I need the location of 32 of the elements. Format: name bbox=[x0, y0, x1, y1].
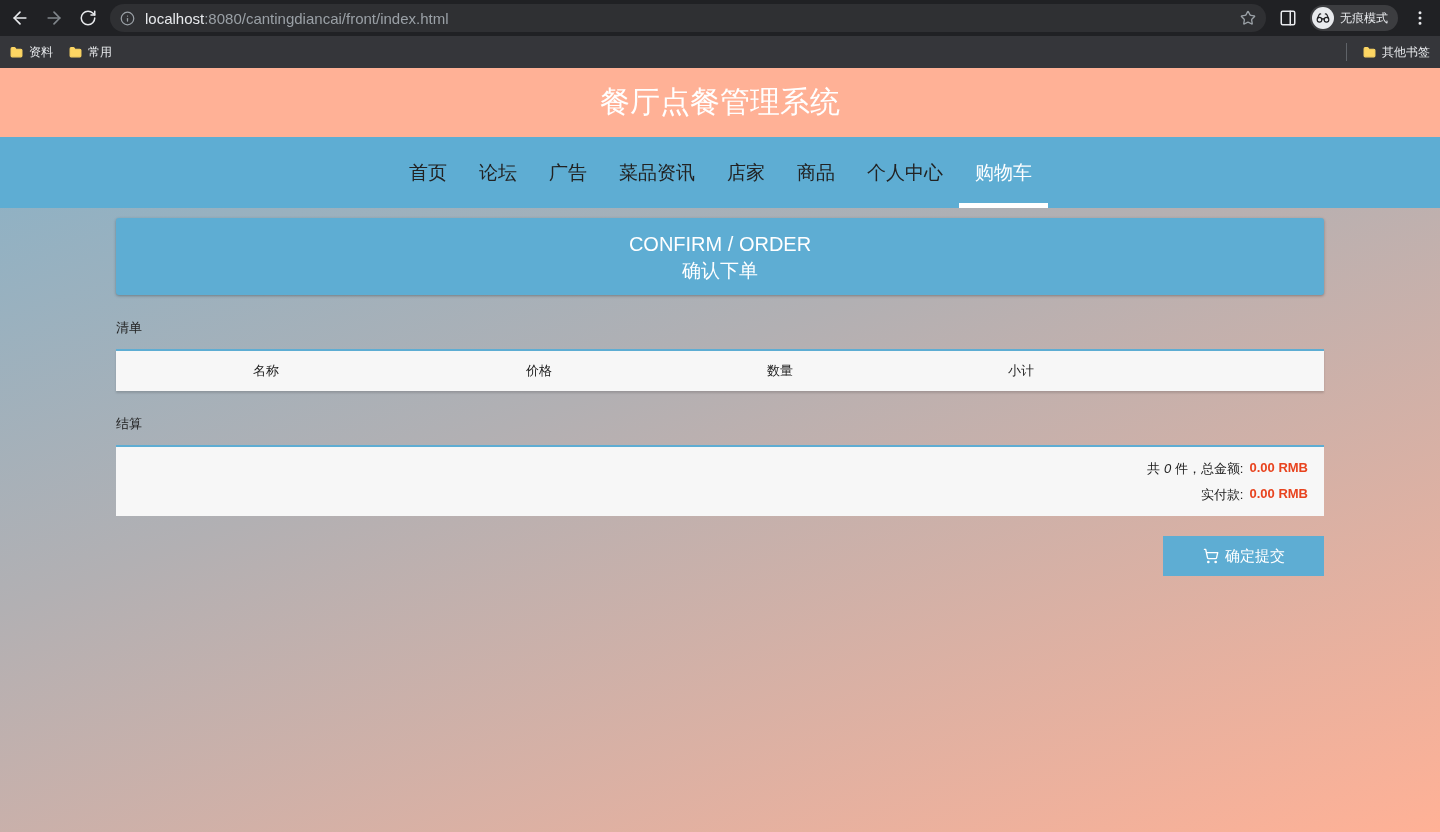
banner-subtitle: 确认下单 bbox=[682, 258, 758, 283]
column-header: 名称 bbox=[253, 362, 279, 380]
nav-tab[interactable]: 广告 bbox=[532, 137, 603, 208]
nav-tab[interactable]: 店家 bbox=[710, 137, 781, 208]
address-bar[interactable]: localhost:8080/cantingdiancai/front/index.html bbox=[110, 4, 1266, 32]
nav-tab[interactable]: 个人中心 bbox=[850, 137, 959, 208]
nav-tab[interactable]: 首页 bbox=[392, 137, 463, 208]
folder-icon bbox=[10, 45, 23, 59]
folder-icon bbox=[1363, 45, 1376, 59]
star-icon[interactable] bbox=[1240, 10, 1256, 26]
incognito-icon bbox=[1312, 7, 1334, 29]
paid-amount: 0.00 RMB bbox=[1249, 485, 1308, 503]
bookmark[interactable]: 资料 bbox=[10, 43, 53, 61]
paid-label: 实付款: bbox=[1200, 485, 1244, 504]
section-label: 结算 bbox=[116, 415, 143, 433]
profile-button[interactable]: 无痕模式 bbox=[1310, 5, 1398, 31]
nav-tab[interactable]: 菜品资讯 bbox=[602, 137, 711, 208]
nav-tab[interactable]: 商品 bbox=[780, 137, 851, 208]
total-amount: 0.00 RMB bbox=[1249, 459, 1308, 477]
column-header: 小计 bbox=[1007, 362, 1034, 380]
cart-icon bbox=[1202, 548, 1219, 564]
folder-icon bbox=[69, 45, 82, 59]
nav-tab[interactable]: 论坛 bbox=[462, 137, 533, 208]
bookmark[interactable]: 其他书签 bbox=[1363, 43, 1430, 61]
column-header: 价格 bbox=[525, 362, 552, 380]
column-header: 数量 bbox=[766, 362, 793, 380]
section-label: 清单 bbox=[116, 319, 143, 337]
bookmark[interactable]: 常用 bbox=[69, 43, 112, 61]
site-title: 餐厅点餐管理系统 bbox=[600, 84, 840, 120]
info-icon bbox=[120, 10, 135, 26]
banner-title: CONFIRM / ORDER bbox=[628, 231, 812, 257]
summary-text: 共 0 件，总金额: bbox=[1147, 459, 1244, 478]
